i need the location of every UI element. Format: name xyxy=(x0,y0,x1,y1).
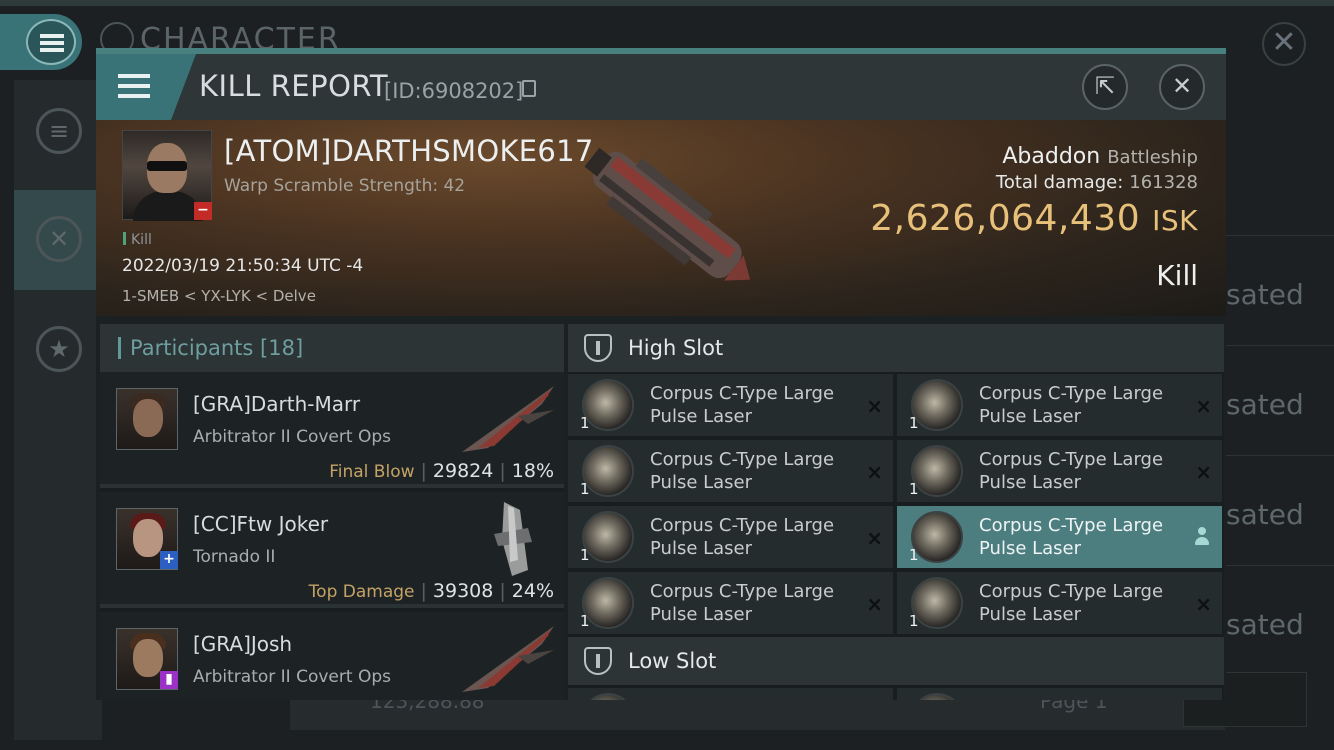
participant-ship: Arbitrator II Covert Ops xyxy=(193,667,391,687)
participant-stats: Final Blow | 29824 | 18% xyxy=(329,460,554,482)
kill-id: [ID:6908202] xyxy=(384,79,524,103)
list-item[interactable]: sated xyxy=(1226,455,1334,560)
slot-item[interactable]: 1 Corpus C-Type Large Pulse Laser × xyxy=(568,440,893,502)
main-menu-button[interactable] xyxy=(0,14,82,70)
slot-item[interactable]: 1 Corpus C-Type Large Pulse Laser × xyxy=(897,374,1222,436)
slot-item-selected[interactable]: 1 Corpus C-Type Large Pulse Laser xyxy=(897,506,1222,568)
slot-item[interactable] xyxy=(568,688,893,700)
participant-name: [GRA]Josh xyxy=(193,632,293,656)
slot-item[interactable]: 1 Corpus C-Type Large Pulse Laser × xyxy=(897,440,1222,502)
slot-item[interactable]: 1 Corpus C-Type Large Pulse Laser × xyxy=(568,572,893,634)
participant-ship: Tornado II xyxy=(193,547,276,567)
star-icon: ★ xyxy=(36,326,82,372)
destroyed-icon: × xyxy=(1195,592,1212,616)
pulse-laser-icon xyxy=(911,511,963,563)
copy-icon[interactable] xyxy=(522,80,536,97)
destroyed-icon: × xyxy=(866,592,883,616)
victim-ship-image[interactable] xyxy=(561,130,761,300)
participant-name: [GRA]Darth-Marr xyxy=(193,392,361,416)
participant-ship-image xyxy=(494,502,532,576)
background-sidebar: ≡ ✕ ★ xyxy=(14,80,102,740)
kill-datetime: 2022/03/19 21:50:34 UTC -4 xyxy=(122,256,364,276)
close-icon[interactable]: ✕ xyxy=(1159,64,1205,110)
pulse-laser-icon xyxy=(911,577,963,629)
pulse-laser-icon xyxy=(582,445,634,497)
kill-tag: Kill xyxy=(123,232,152,248)
destroyed-icon: × xyxy=(1195,460,1212,484)
list-item[interactable]: sated xyxy=(1226,565,1334,670)
slot-item[interactable] xyxy=(897,688,1222,700)
pulse-laser-icon xyxy=(911,379,963,431)
kill-report-modal: KILL REPORT [ID:6908202] ⇱ ✕ − [ATOM]DAR… xyxy=(96,48,1226,700)
high-slot-header: High Slot xyxy=(568,324,1224,372)
participant-name: [CC]Ftw Joker xyxy=(193,512,329,536)
participants-panel: Participants [18] [GRA]Darth-Marr Arbitr… xyxy=(100,324,564,700)
pulse-laser-icon xyxy=(911,445,963,497)
participants-header: Participants [18] xyxy=(100,324,564,372)
participant-stats: Top Damage | 39308 | 24% xyxy=(308,580,554,602)
pilot-icon xyxy=(1194,527,1210,547)
participant-ship: Arbitrator II Covert Ops xyxy=(193,427,391,447)
warp-scramble-strength: Warp Scramble Strength: 42 xyxy=(224,176,466,196)
sidebar-item-combat[interactable]: ✕ xyxy=(14,190,102,290)
modal-title: KILL REPORT xyxy=(199,69,389,103)
external-link-icon[interactable]: ⇱ xyxy=(1082,64,1128,110)
participant-row[interactable]: + [CC]Ftw Joker Tornado II Top Damage | 39… xyxy=(100,492,564,608)
modal-titlebar: KILL REPORT [ID:6908202] ⇱ ✕ xyxy=(96,54,1226,120)
pulse-laser-icon xyxy=(582,379,634,431)
destroyed-icon: × xyxy=(1195,394,1212,418)
crossed-swords-icon: ✕ xyxy=(36,216,82,262)
member-badge-icon: ▮ xyxy=(160,671,178,689)
module-icon xyxy=(911,693,963,700)
low-slot-icon xyxy=(584,647,612,675)
participant-ship-image xyxy=(462,626,554,692)
hostile-badge-icon: − xyxy=(194,202,212,220)
low-slot-header: Low Slot xyxy=(568,637,1224,685)
plus-badge-icon: + xyxy=(160,551,178,569)
participant-row[interactable]: [GRA]Darth-Marr Arbitrator II Covert Ops… xyxy=(100,372,564,488)
sidebar-item-favorites[interactable]: ★ xyxy=(14,300,102,400)
hamburger-icon xyxy=(118,74,150,78)
modal-menu-button[interactable] xyxy=(96,54,196,120)
total-damage: Total damage: 161328 xyxy=(995,172,1198,193)
sidebar-item-menu[interactable]: ≡ xyxy=(14,80,102,180)
kill-result: Kill xyxy=(1156,259,1198,292)
pulse-laser-icon xyxy=(582,511,634,563)
hamburger-icon xyxy=(26,19,76,65)
list-item[interactable]: sated xyxy=(1226,345,1334,450)
slot-item[interactable]: 1 Corpus C-Type Large Pulse Laser × xyxy=(897,572,1222,634)
slot-item[interactable]: 1 Corpus C-Type Large Pulse Laser × xyxy=(568,506,893,568)
victim-summary: − [ATOM]DARTHSMOKE617 Warp Scramble Stre… xyxy=(96,120,1226,316)
pulse-laser-icon xyxy=(582,577,634,629)
module-icon xyxy=(582,693,634,700)
list-icon: ≡ xyxy=(36,108,82,154)
fitting-panel: High Slot 1 Corpus C-Type Large Pulse La… xyxy=(568,324,1224,700)
destroyed-icon: × xyxy=(866,394,883,418)
participant-ship-image xyxy=(462,386,554,452)
destroyed-icon: × xyxy=(866,460,883,484)
list-item[interactable]: sated xyxy=(1226,235,1334,340)
victim-ship[interactable]: Abaddon Battleship xyxy=(1002,144,1198,169)
slot-item[interactable]: 1 Corpus C-Type Large Pulse Laser × xyxy=(568,374,893,436)
victim-name[interactable]: [ATOM]DARTHSMOKE617 xyxy=(224,134,594,168)
participant-avatar xyxy=(116,388,178,450)
top-border xyxy=(0,0,1334,6)
kill-location[interactable]: 1-SMEB < YX-LYK < Delve xyxy=(122,287,316,305)
destroyed-icon: × xyxy=(866,526,883,550)
background-close-icon[interactable]: ✕ xyxy=(1262,22,1306,66)
isk-value: 2,626,064,430 ISK xyxy=(870,198,1198,239)
high-slot-icon xyxy=(584,334,612,362)
participant-row[interactable]: ▮ [GRA]Josh Arbitrator II Covert Ops xyxy=(100,612,564,700)
